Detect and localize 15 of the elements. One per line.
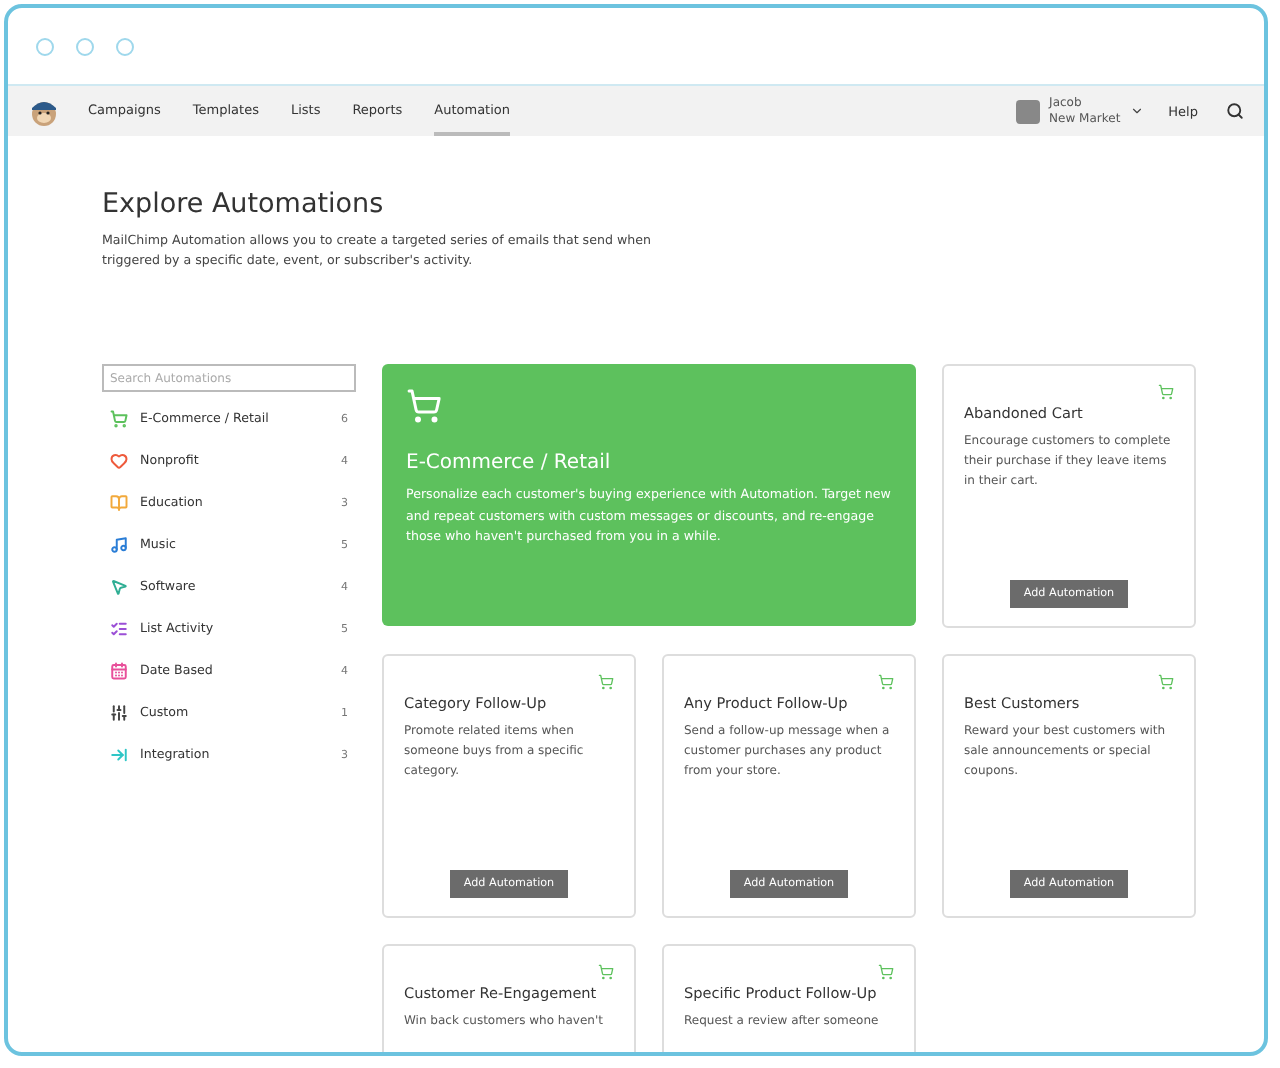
user-avatar[interactable] xyxy=(1015,99,1040,123)
chevron-down-icon[interactable] xyxy=(1130,104,1145,118)
window-dot[interactable] xyxy=(116,37,134,55)
cart-icon xyxy=(598,674,614,690)
cart-icon xyxy=(1158,384,1174,400)
cart-icon xyxy=(1158,674,1174,690)
page-title: Explore Automations xyxy=(102,188,386,220)
cart-icon xyxy=(878,674,894,690)
featured-title: E-Commerce / Retail xyxy=(406,452,613,474)
cart-icon xyxy=(598,964,614,980)
cart-icon xyxy=(878,964,894,980)
window-dot[interactable] xyxy=(36,37,54,55)
window-dot[interactable] xyxy=(76,37,94,55)
search-icon[interactable] xyxy=(1226,102,1244,120)
cart-icon xyxy=(406,388,442,424)
